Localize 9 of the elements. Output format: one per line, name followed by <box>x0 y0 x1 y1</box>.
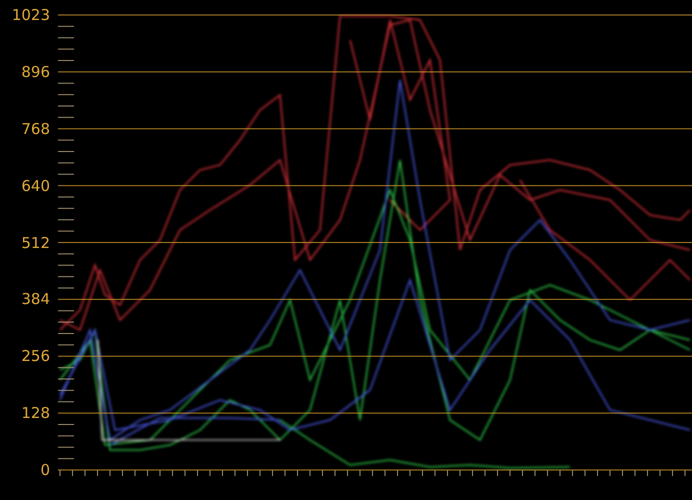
axis-label: 0 <box>40 460 50 480</box>
axis-label: 384 <box>21 289 50 310</box>
axis-label: 768 <box>21 118 50 139</box>
axis-label: 896 <box>21 62 50 82</box>
axis-label: 512 <box>21 232 50 252</box>
axis-label: 128 <box>21 403 50 424</box>
axis-label: 256 <box>21 346 50 366</box>
axis-label: 640 <box>21 176 50 196</box>
axis-label: 1023 <box>12 5 50 25</box>
